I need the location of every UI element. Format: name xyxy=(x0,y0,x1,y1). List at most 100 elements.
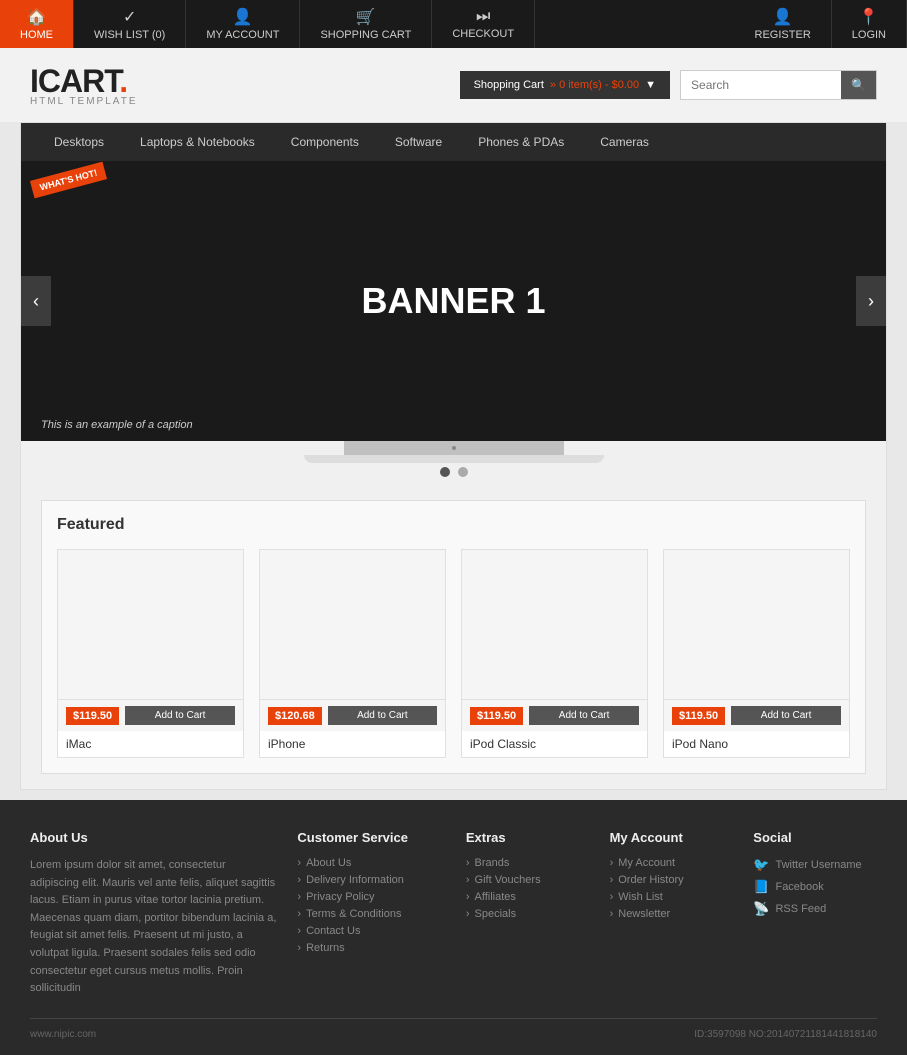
product-image-iphone xyxy=(260,550,445,700)
facebook-icon: 📘 xyxy=(753,879,769,895)
add-to-cart-iphone[interactable]: Add to Cart xyxy=(328,706,437,725)
nav-register-label: REGISTER xyxy=(755,29,811,41)
product-image-imac xyxy=(58,550,243,700)
nav-checkout[interactable]: ⏭ CHECKOUT xyxy=(432,0,535,48)
category-laptops[interactable]: Laptops & Notebooks xyxy=(122,123,273,161)
add-to-cart-imac[interactable]: Add to Cart xyxy=(125,706,235,725)
cart-button[interactable]: Shopping Cart » 0 item(s) - $0.00 ▼ xyxy=(460,71,670,99)
checkout-icon: ⏭ xyxy=(476,8,490,26)
footer-cs-link-returns[interactable]: Returns xyxy=(297,942,445,954)
featured-title: Featured xyxy=(57,516,850,534)
footer-cs-link-about[interactable]: About Us xyxy=(297,857,445,869)
footer-account-links: My Account Order History Wish List Newsl… xyxy=(610,857,734,920)
search-input[interactable] xyxy=(681,71,841,99)
slider-next-button[interactable]: › xyxy=(856,276,886,326)
footer-extras-affiliates[interactable]: Affiliates xyxy=(466,891,590,903)
add-to-cart-ipodnano[interactable]: Add to Cart xyxy=(731,706,841,725)
product-actions-ipodnano: $119.50 Add to Cart xyxy=(664,700,849,731)
category-components[interactable]: Components xyxy=(273,123,377,161)
whats-hot-badge: WHAT'S HOT! xyxy=(30,162,107,199)
price-ipodnano: $119.50 xyxy=(672,707,725,725)
nav-login[interactable]: 📍 LOGIN xyxy=(832,0,907,48)
footer-cs-link-contact[interactable]: Contact Us xyxy=(297,925,445,937)
footer-cs-title: Customer Service xyxy=(297,830,445,845)
cart-icon: 🛒 xyxy=(356,7,376,27)
product-name-ipodnano: iPod Nano xyxy=(664,731,849,757)
nav-login-label: LOGIN xyxy=(852,29,886,41)
footer-account-newsletter[interactable]: Newsletter xyxy=(610,908,734,920)
header-right: Shopping Cart » 0 item(s) - $0.00 ▼ 🔍 xyxy=(460,70,877,100)
footer-extras-vouchers[interactable]: Gift Vouchers xyxy=(466,874,590,886)
nav-myaccount[interactable]: 👤 MY ACCOUNT xyxy=(186,0,300,48)
footer-about-text: Lorem ipsum dolor sit amet, consectetur … xyxy=(30,857,277,998)
nav-wishlist[interactable]: ✓ WISH LIST (0) xyxy=(74,0,186,48)
product-name-ipodclassic: iPod Classic xyxy=(462,731,647,757)
product-actions-iphone: $120.68 Add to Cart xyxy=(260,700,445,731)
nav-home[interactable]: 🏠 HOME xyxy=(0,0,74,48)
footer-extras-title: Extras xyxy=(466,830,590,845)
nav-cart-label: SHOPPING CART xyxy=(320,29,411,41)
slider-dots xyxy=(21,463,886,485)
footer-cs-link-delivery[interactable]: Delivery Information xyxy=(297,874,445,886)
price-imac: $119.50 xyxy=(66,707,119,725)
product-card-imac: $119.50 Add to Cart iMac xyxy=(57,549,244,758)
facebook-label: Facebook xyxy=(775,881,823,893)
footer-bottom: www.nipic.com ID:3597098 NO:201407211814… xyxy=(30,1018,877,1040)
products-grid: $119.50 Add to Cart iMac $120.68 Add to … xyxy=(57,549,850,758)
footer-social: Social 🐦 Twitter Username 📘 Facebook 📡 R… xyxy=(753,830,877,998)
home-icon: 🏠 xyxy=(27,7,47,27)
footer-account-myaccount[interactable]: My Account xyxy=(610,857,734,869)
footer-account-title: My Account xyxy=(610,830,734,845)
category-desktops[interactable]: Desktops xyxy=(36,123,122,161)
category-cameras[interactable]: Cameras xyxy=(582,123,667,161)
slider-prev-button[interactable]: ‹ xyxy=(21,276,51,326)
add-to-cart-ipodclassic[interactable]: Add to Cart xyxy=(529,706,639,725)
search-button[interactable]: 🔍 xyxy=(841,71,876,99)
footer-grid: About Us Lorem ipsum dolor sit amet, con… xyxy=(30,830,877,998)
footer-cs-link-terms[interactable]: Terms & Conditions xyxy=(297,908,445,920)
category-navigation: Desktops Laptops & Notebooks Components … xyxy=(21,123,886,161)
footer-extras-links: Brands Gift Vouchers Affiliates Specials xyxy=(466,857,590,920)
wishlist-icon: ✓ xyxy=(123,7,136,27)
nav-register[interactable]: 👤 REGISTER xyxy=(735,0,832,48)
footer-customer-service: Customer Service About Us Delivery Infor… xyxy=(297,830,445,998)
banner-text: BANNER 1 xyxy=(361,280,545,322)
cart-items: » 0 item(s) - $0.00 xyxy=(550,79,639,91)
social-twitter[interactable]: 🐦 Twitter Username xyxy=(753,857,877,873)
product-image-ipodnano xyxy=(664,550,849,700)
product-name-iphone: iPhone xyxy=(260,731,445,757)
login-icon: 📍 xyxy=(859,7,879,27)
slider-dot-1[interactable] xyxy=(440,467,450,477)
nav-cart[interactable]: 🛒 SHOPPING CART xyxy=(300,0,432,48)
product-name-imac: iMac xyxy=(58,731,243,757)
nav-checkout-label: CHECKOUT xyxy=(452,28,514,40)
social-rss[interactable]: 📡 RSS Feed xyxy=(753,901,877,917)
footer-extras-brands[interactable]: Brands xyxy=(466,857,590,869)
twitter-label: Twitter Username xyxy=(775,859,861,871)
footer-cs-link-privacy[interactable]: Privacy Policy xyxy=(297,891,445,903)
footer-myaccount: My Account My Account Order History Wish… xyxy=(610,830,734,998)
twitter-icon: 🐦 xyxy=(753,857,769,873)
search-box: 🔍 xyxy=(680,70,877,100)
rss-label: RSS Feed xyxy=(775,903,826,915)
social-facebook[interactable]: 📘 Facebook xyxy=(753,879,877,895)
product-card-ipodclassic: $119.50 Add to Cart iPod Classic xyxy=(461,549,648,758)
category-software[interactable]: Software xyxy=(377,123,460,161)
product-card-iphone: $120.68 Add to Cart iPhone xyxy=(259,549,446,758)
footer-account-orders[interactable]: Order History xyxy=(610,874,734,886)
slider-dot-2[interactable] xyxy=(458,467,468,477)
category-phones[interactable]: Phones & PDAs xyxy=(460,123,582,161)
footer-cs-links: About Us Delivery Information Privacy Po… xyxy=(297,857,445,954)
nav-myaccount-label: MY ACCOUNT xyxy=(206,29,279,41)
watermark-id: ID:3597098 NO:20140721181441818140 xyxy=(694,1029,877,1040)
register-icon: 👤 xyxy=(773,7,793,27)
footer-account-wishlist[interactable]: Wish List xyxy=(610,891,734,903)
product-card-ipodnano: $119.50 Add to Cart iPod Nano xyxy=(663,549,850,758)
footer-social-title: Social xyxy=(753,830,877,845)
footer-extras: Extras Brands Gift Vouchers Affiliates S… xyxy=(466,830,590,998)
footer-extras-specials[interactable]: Specials xyxy=(466,908,590,920)
footer-about-title: About Us xyxy=(30,830,277,845)
slider: WHAT'S HOT! ‹ BANNER 1 › This is an exam… xyxy=(21,161,886,441)
site-footer: About Us Lorem ipsum dolor sit amet, con… xyxy=(0,800,907,1055)
nav-home-label: HOME xyxy=(20,29,53,41)
